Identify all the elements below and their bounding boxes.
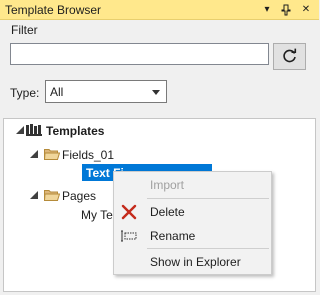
type-select[interactable]: All bbox=[45, 80, 167, 103]
menu-item-show-in-explorer[interactable]: Show in Explorer bbox=[114, 251, 271, 273]
menu-item-show-in-explorer-label: Show in Explorer bbox=[150, 255, 241, 269]
menu-item-rename[interactable]: Rename bbox=[114, 225, 271, 247]
menu-separator bbox=[147, 248, 269, 249]
folder-open-icon bbox=[44, 190, 60, 201]
refresh-button[interactable] bbox=[273, 43, 306, 70]
menu-separator bbox=[147, 198, 269, 199]
tree-folder-fields-label[interactable]: Fields_01 bbox=[62, 148, 114, 162]
menu-item-import-label: Import bbox=[150, 178, 185, 192]
menu-item-rename-label: Rename bbox=[150, 229, 196, 243]
expand-fields-icon[interactable] bbox=[30, 150, 38, 158]
type-label: Type: bbox=[10, 86, 40, 100]
filter-search-input[interactable] bbox=[10, 43, 269, 65]
folder-open-icon bbox=[44, 149, 60, 160]
tree-folder-pages-label[interactable]: Pages bbox=[62, 189, 96, 203]
menu-item-import[interactable]: Import bbox=[114, 174, 271, 196]
tree-root-label[interactable]: Templates bbox=[46, 124, 104, 138]
type-select-value: All bbox=[50, 85, 64, 99]
menu-item-delete[interactable]: Delete bbox=[114, 201, 271, 223]
delete-x-icon bbox=[121, 204, 137, 220]
library-icon bbox=[26, 124, 42, 136]
window-title-bar: Template Browser ▾ ✕ bbox=[0, 0, 319, 20]
filter-label: Filter bbox=[11, 23, 38, 37]
pin-icon[interactable] bbox=[279, 2, 293, 17]
dropdown-icon[interactable]: ▾ bbox=[260, 2, 274, 17]
window-title: Template Browser bbox=[5, 3, 102, 17]
close-icon[interactable]: ✕ bbox=[299, 2, 313, 17]
refresh-icon bbox=[283, 48, 297, 63]
chevron-down-icon bbox=[152, 90, 160, 95]
menu-item-delete-label: Delete bbox=[150, 205, 185, 219]
rename-icon bbox=[121, 230, 137, 242]
expand-templates-icon[interactable] bbox=[16, 126, 24, 134]
context-menu: Import Delete Rename Show in Explorer bbox=[113, 171, 272, 275]
expand-pages-icon[interactable] bbox=[30, 191, 38, 199]
